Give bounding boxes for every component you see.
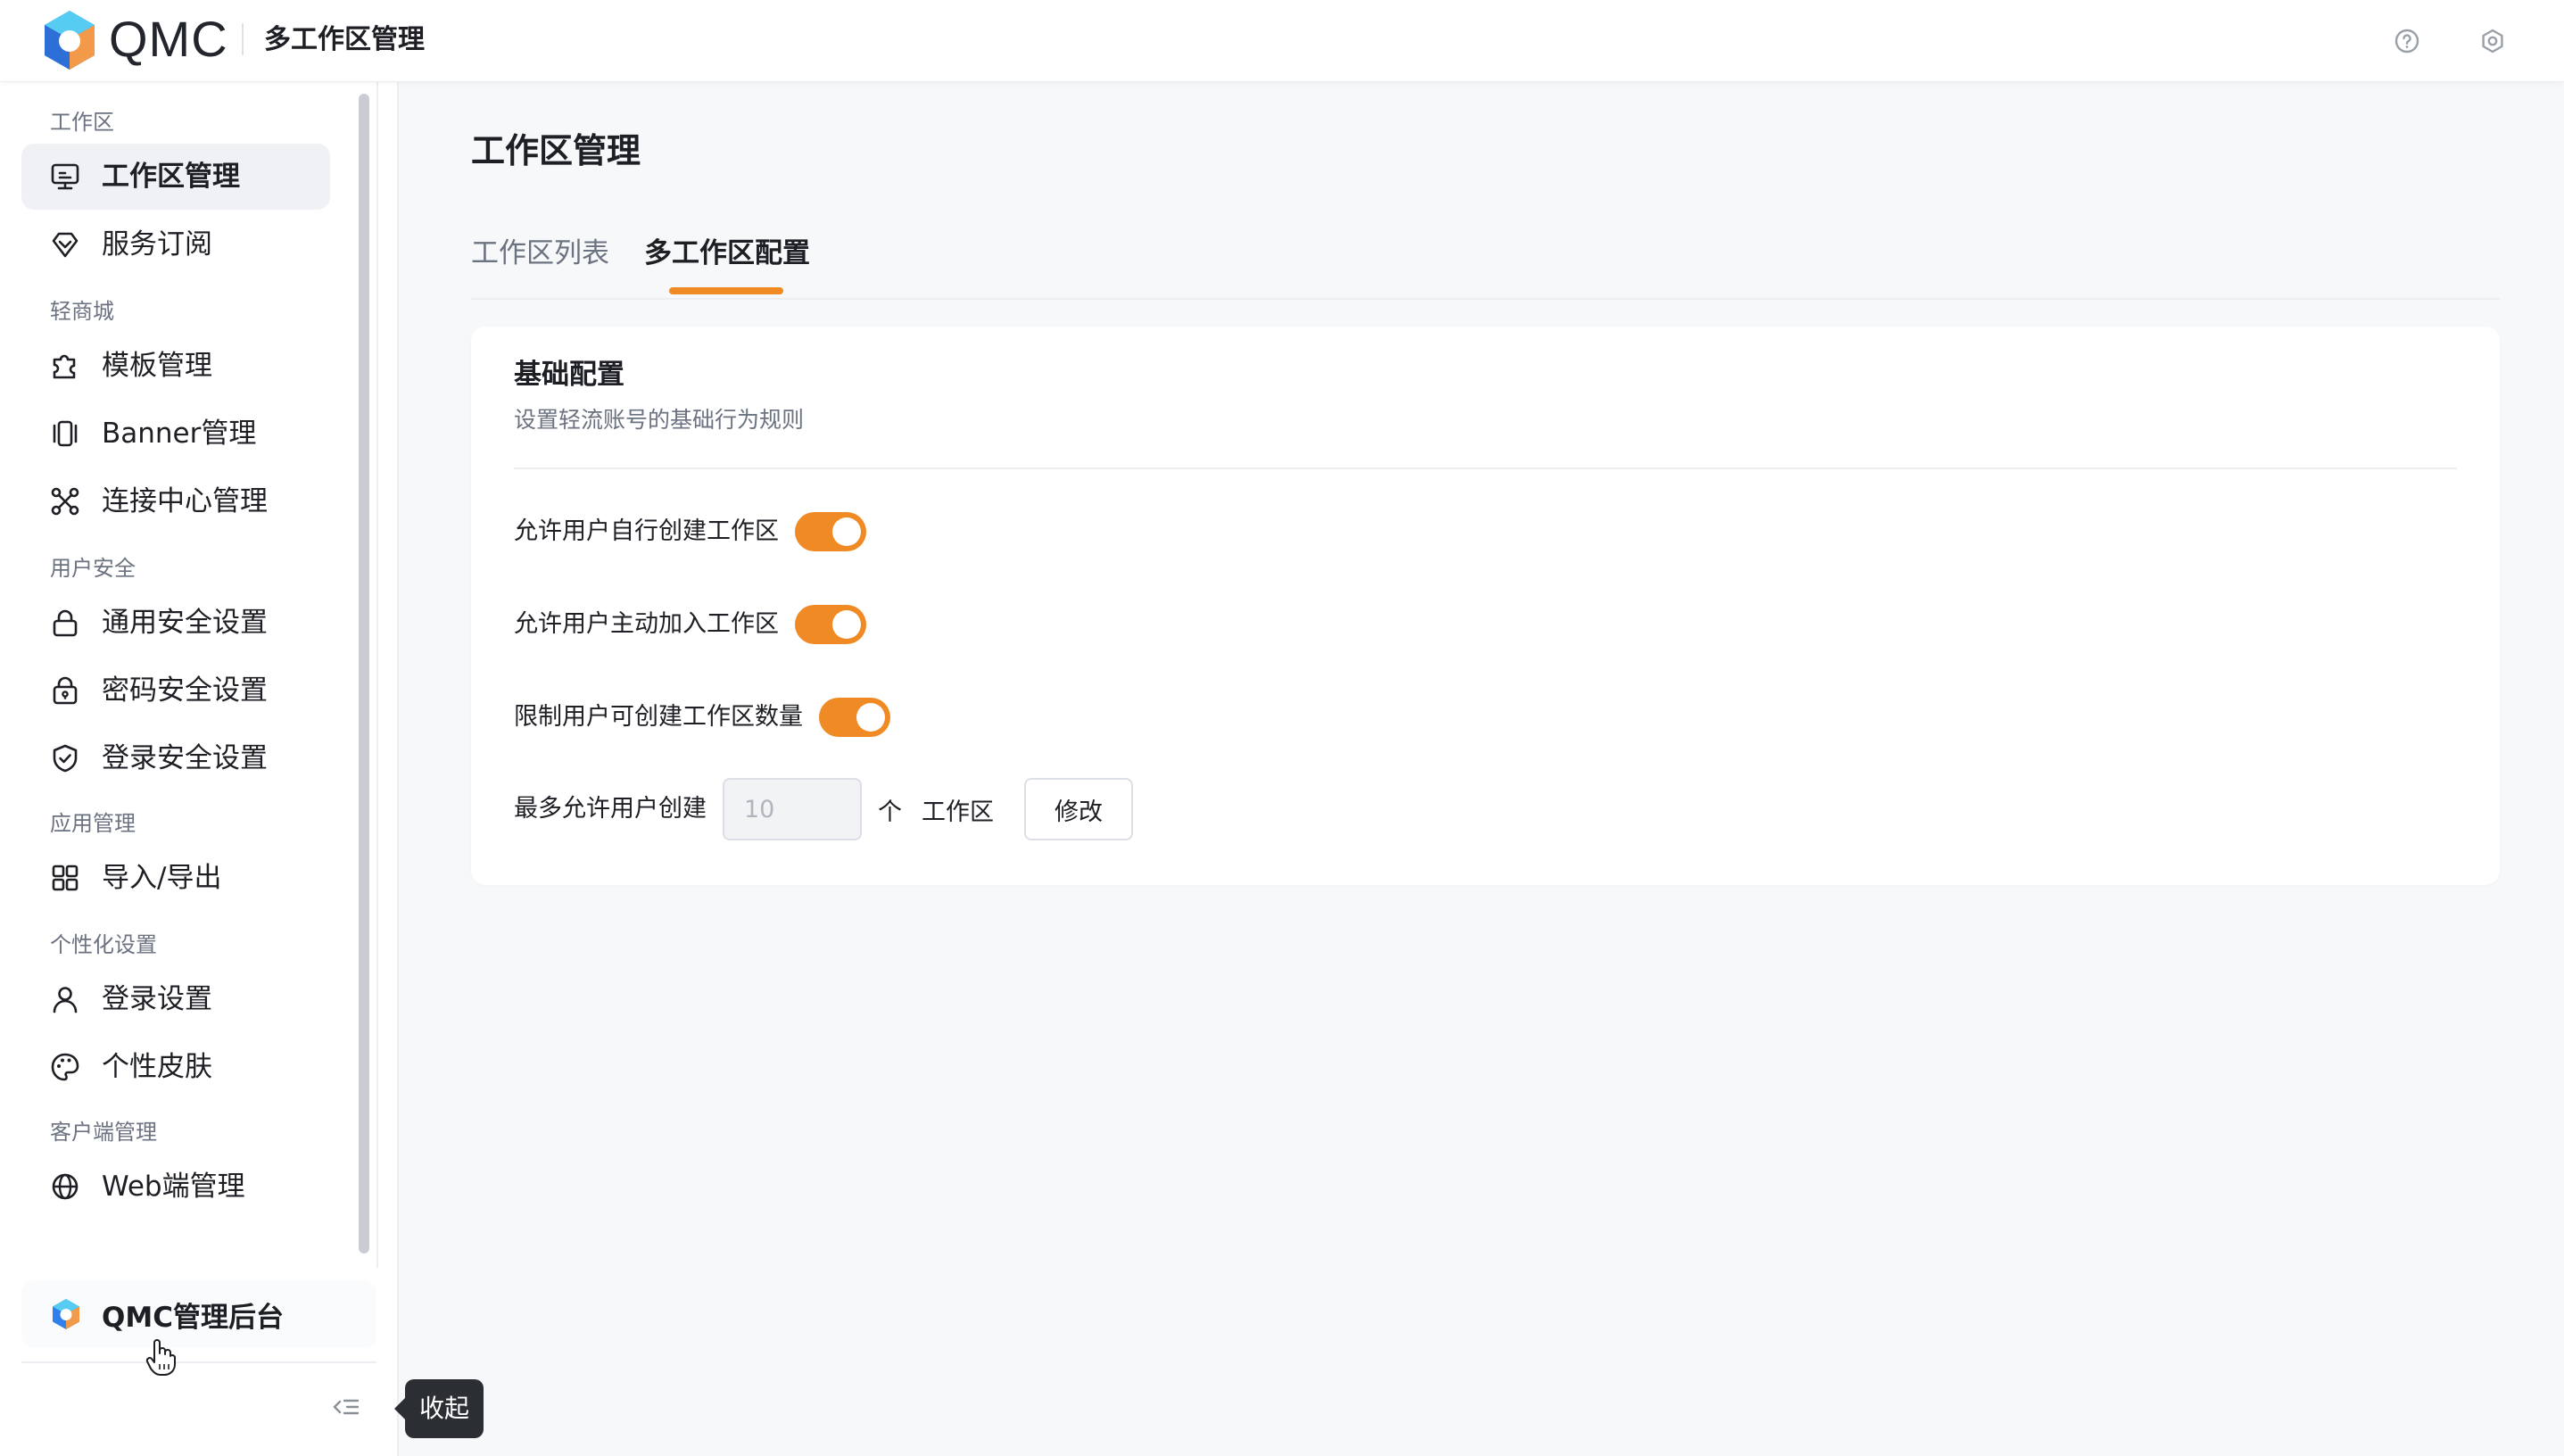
sidebar-scrollbar[interactable] [359,94,369,1253]
sidebar-item-label: Banner管理 [102,418,257,450]
sidebar-item-label: 工作区管理 [102,161,240,193]
sidebar-item-label: 导入/导出 [102,862,222,894]
switch-knob [856,703,885,732]
toggle-switch-limit-count[interactable] [819,698,890,737]
globe-icon [48,1170,82,1204]
hand-cursor-icon [145,1339,176,1376]
toggle-row-self-create: 允许用户自行创建工作区 [514,507,866,557]
toggle-switch-self-create[interactable] [795,512,866,551]
lock-icon [48,606,82,640]
card-divider [514,467,2457,469]
unit-name-label: 工作区 [922,798,994,826]
tab-bar: 工作区列表 多工作区配置 [471,230,2500,300]
toggle-label: 允许用户自行创建工作区 [514,517,779,545]
group-title-personalization: 个性化设置 [50,932,157,957]
top-header: QMC 多工作区管理 [0,0,2564,82]
edit-button[interactable]: 修改 [1024,778,1133,840]
toggle-label: 限制用户可创建工作区数量 [514,703,803,731]
sidebar-item-label: Web端管理 [102,1171,245,1203]
sidebar-scroll-track [376,81,378,1268]
switch-knob [832,517,861,546]
sidebar-item-label: 服务订阅 [102,228,212,261]
tab-workspace-list[interactable]: 工作区列表 [471,236,609,271]
max-workspace-input[interactable] [723,778,862,840]
toggle-label: 允许用户主动加入工作区 [514,610,779,638]
header-divider [242,23,244,55]
sidebar-item-label: 模板管理 [102,350,212,382]
sidebar-item-banner-management[interactable]: Banner管理 [21,401,330,467]
sidebar-item-import-export[interactable]: 导入/导出 [21,845,330,911]
sidebar-item-password-security[interactable]: 密码安全设置 [21,658,330,724]
brand-name: QMC [109,11,228,67]
user-icon [48,982,82,1016]
card-title: 基础配置 [514,359,624,391]
card-subtitle: 设置轻流账号的基础行为规则 [514,407,805,433]
sidebar-item-service-subscription[interactable]: 服务订阅 [21,211,330,277]
sidebar: 工作区 工作区管理 服务订阅 轻商城 模板管理 Banner管理 连接中心管理 … [0,81,399,1456]
group-title-workspace: 工作区 [50,110,114,135]
grid-icon [48,861,82,895]
basic-config-card: 基础配置 设置轻流账号的基础行为规则 允许用户自行创建工作区 允许用户主动加入工… [471,327,2500,885]
qmc-small-logo-icon [53,1299,79,1329]
puzzle-icon [48,349,82,383]
connection-icon [48,484,82,518]
sidebar-item-connection-center[interactable]: 连接中心管理 [21,468,330,534]
sidebar-item-label: 密码安全设置 [102,674,268,707]
unit-count-label: 个 [878,798,902,826]
sidebar-item-template-management[interactable]: 模板管理 [21,333,330,399]
toggle-switch-self-join[interactable] [795,605,866,644]
sidebar-item-web-management[interactable]: Web端管理 [21,1154,330,1220]
switch-knob [832,610,861,639]
shield-check-icon [48,741,82,775]
banner-icon [48,417,82,451]
limit-label: 最多允许用户创建 [514,795,707,823]
sidebar-item-label: 登录设置 [102,983,212,1015]
palette-icon [48,1050,82,1084]
qmc-logo-icon[interactable] [41,9,98,71]
tab-multi-workspace-config[interactable]: 多工作区配置 [644,236,810,271]
group-title-user-security: 用户安全 [50,556,136,581]
sidebar-admin-console[interactable]: QMC管理后台 [21,1280,376,1348]
sidebar-item-general-security[interactable]: 通用安全设置 [21,590,330,656]
diamond-icon [48,228,82,261]
group-title-client-management: 客户端管理 [50,1120,157,1145]
sidebar-item-label: 通用安全设置 [102,607,268,639]
header-title: 多工作区管理 [264,24,425,55]
sidebar-item-label: 登录安全设置 [102,742,268,774]
sidebar-item-login-settings[interactable]: 登录设置 [21,966,330,1032]
admin-console-label: QMC管理后台 [102,1301,284,1334]
sidebar-bottom-divider [21,1361,376,1363]
help-icon[interactable] [2389,23,2425,59]
toggle-row-limit-count: 限制用户可创建工作区数量 [514,692,890,742]
monitor-icon [48,160,82,194]
password-lock-icon [48,674,82,707]
sidebar-item-workspace-management[interactable]: 工作区管理 [21,144,330,210]
limit-row: 最多允许用户创建 个 工作区 修改 [514,777,1133,841]
active-tab-indicator [669,287,783,294]
group-title-mall: 轻商城 [50,299,114,324]
collapse-sidebar-icon[interactable] [328,1389,364,1425]
page-title: 工作区管理 [471,131,641,170]
collapse-tooltip: 收起 [393,1379,484,1438]
sidebar-item-skin[interactable]: 个性皮肤 [21,1034,330,1100]
sidebar-item-login-security[interactable]: 登录安全设置 [21,725,330,791]
group-title-app-management: 应用管理 [50,811,136,836]
toggle-row-self-join: 允许用户主动加入工作区 [514,600,866,649]
sidebar-item-label: 个性皮肤 [102,1051,212,1083]
sidebar-item-label: 连接中心管理 [102,485,268,517]
gear-icon[interactable] [2475,23,2510,59]
